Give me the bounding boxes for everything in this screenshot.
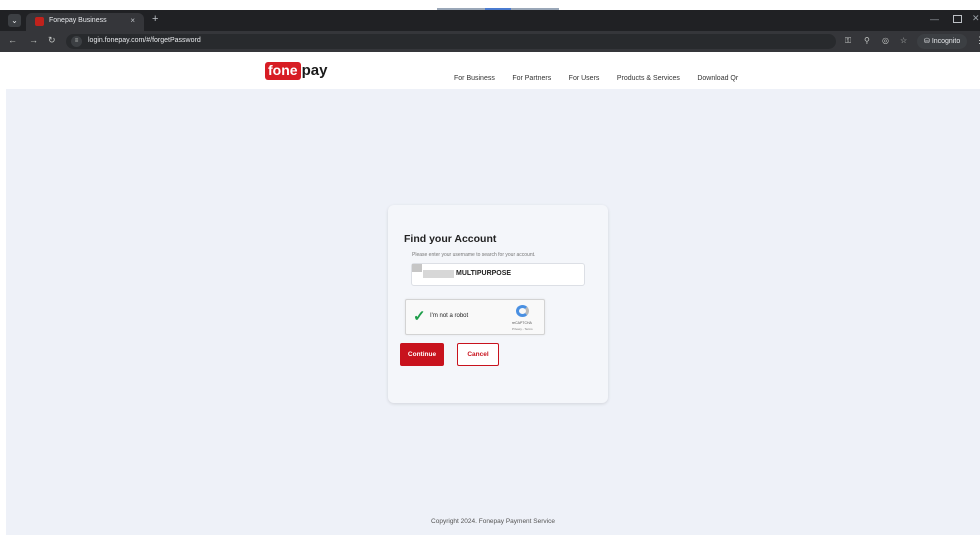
browser-tab-bar: ⌄ Fonepay Business × + — ✕ — [0, 10, 980, 31]
recaptcha-logo-icon — [516, 305, 529, 317]
main-nav: For Business For Partners For Users Prod… — [454, 67, 751, 85]
incognito-label: Incognito — [931, 38, 961, 45]
nav-for-partners[interactable]: For Partners — [512, 75, 551, 82]
cancel-button[interactable]: Cancel — [457, 343, 499, 366]
password-key-icon[interactable]: ⚿ — [845, 36, 851, 46]
nav-download-qr[interactable]: Download Qr — [697, 75, 738, 82]
find-account-card: Find your Account Please enter your user… — [388, 205, 608, 403]
incognito-icon: ⛁ — [924, 38, 932, 45]
page-subtitle: Please enter your username to search for… — [412, 252, 536, 258]
eye-off-icon[interactable]: ◎ — [882, 36, 889, 45]
browser-tab[interactable]: Fonepay Business × — [26, 13, 144, 31]
site-info-icon[interactable]: ≡ — [71, 36, 82, 47]
new-tab-icon[interactable]: + — [152, 13, 158, 25]
page-title: Find your Account — [404, 233, 497, 245]
tab-title: Fonepay Business — [49, 17, 107, 24]
checkmark-icon[interactable]: ✓ — [413, 307, 426, 325]
continue-button[interactable]: Continue — [400, 343, 444, 366]
zoom-icon[interactable]: ⚲ — [864, 36, 870, 45]
recaptcha-brand: reCAPTCHA — [512, 321, 532, 325]
window-maximize-icon[interactable] — [953, 15, 962, 23]
copyright-text: Copyright 2024. Fonepay Payment Service — [431, 518, 555, 525]
logo-fone: fone — [265, 62, 301, 80]
reload-icon[interactable]: ↻ — [48, 35, 56, 46]
fonepay-favicon-icon — [35, 17, 44, 26]
nav-products-services[interactable]: Products & Services — [617, 75, 680, 82]
browser-address-bar: ← → ↻ ≡ login.fonepay.com/#/forgetPasswo… — [0, 31, 980, 52]
recaptcha-terms[interactable]: Privacy - Terms — [512, 327, 533, 331]
logo-pay: pay — [301, 62, 328, 79]
tab-search-icon[interactable]: ⌄ — [8, 14, 21, 27]
redacted-text — [412, 264, 422, 272]
tab-close-icon[interactable]: × — [130, 16, 135, 25]
captcha-label: I'm not a robot — [430, 313, 469, 319]
bookmark-star-icon[interactable]: ☆ — [900, 36, 907, 45]
nav-for-business[interactable]: For Business — [454, 75, 495, 82]
main-content: Find your Account Please enter your user… — [6, 89, 980, 535]
username-value: MULTIPURPOSE — [456, 270, 512, 277]
back-icon[interactable]: ← — [8, 35, 17, 45]
url-text[interactable]: login.fonepay.com/#/forgetPassword — [88, 37, 201, 44]
nav-for-users[interactable]: For Users — [569, 75, 600, 82]
window-close-icon[interactable]: ✕ — [972, 13, 980, 24]
incognito-badge[interactable]: ⛁ Incognito — [917, 34, 968, 49]
username-field[interactable]: MULTIPURPOSE — [411, 263, 585, 286]
site-header: fone pay For Business For Partners For Us… — [0, 52, 980, 89]
redacted-text — [423, 270, 454, 278]
window-minimize-icon[interactable]: — — [930, 14, 939, 24]
recaptcha-widget[interactable]: ✓ I'm not a robot reCAPTCHA Privacy - Te… — [405, 299, 545, 335]
browser-menu-icon[interactable]: ⋮ — [975, 35, 980, 46]
fonepay-logo[interactable]: fone pay — [265, 62, 327, 80]
forward-icon[interactable]: → — [29, 35, 38, 45]
url-omnibox[interactable]: ≡ login.fonepay.com/#/forgetPassword — [66, 34, 836, 49]
top-strip — [0, 0, 980, 10]
